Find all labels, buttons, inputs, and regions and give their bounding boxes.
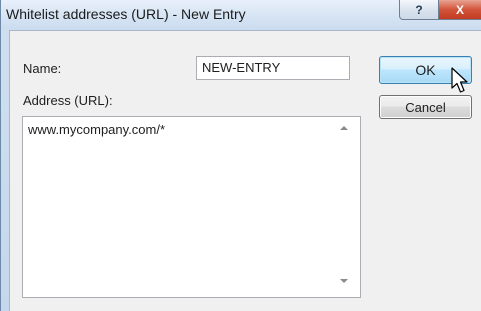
mouse-pointer-icon [451, 67, 468, 93]
address-value: www.mycompany.com/* [28, 122, 166, 137]
close-button[interactable]: X [439, 0, 481, 20]
help-icon: ? [415, 2, 423, 17]
dialog-body: Name: NEW-ENTRY Address (URL): www.mycom… [9, 30, 481, 311]
dialog-window: Whitelist addresses (URL) - New Entry ? … [0, 0, 481, 311]
address-label: Address (URL): [23, 93, 113, 108]
cancel-button[interactable]: Cancel [379, 95, 472, 119]
scroll-up-arrow-icon[interactable] [337, 122, 351, 134]
scroll-down-arrow-icon[interactable] [337, 275, 351, 287]
name-label: Name: [23, 61, 62, 76]
help-button[interactable]: ? [399, 0, 439, 20]
address-textarea[interactable]: www.mycompany.com/* [22, 116, 361, 298]
title-bar: Whitelist addresses (URL) - New Entry ? … [1, 0, 481, 30]
name-input[interactable]: NEW-ENTRY [196, 56, 350, 80]
close-icon: X [455, 2, 464, 17]
window-title: Whitelist addresses (URL) - New Entry [6, 6, 246, 22]
